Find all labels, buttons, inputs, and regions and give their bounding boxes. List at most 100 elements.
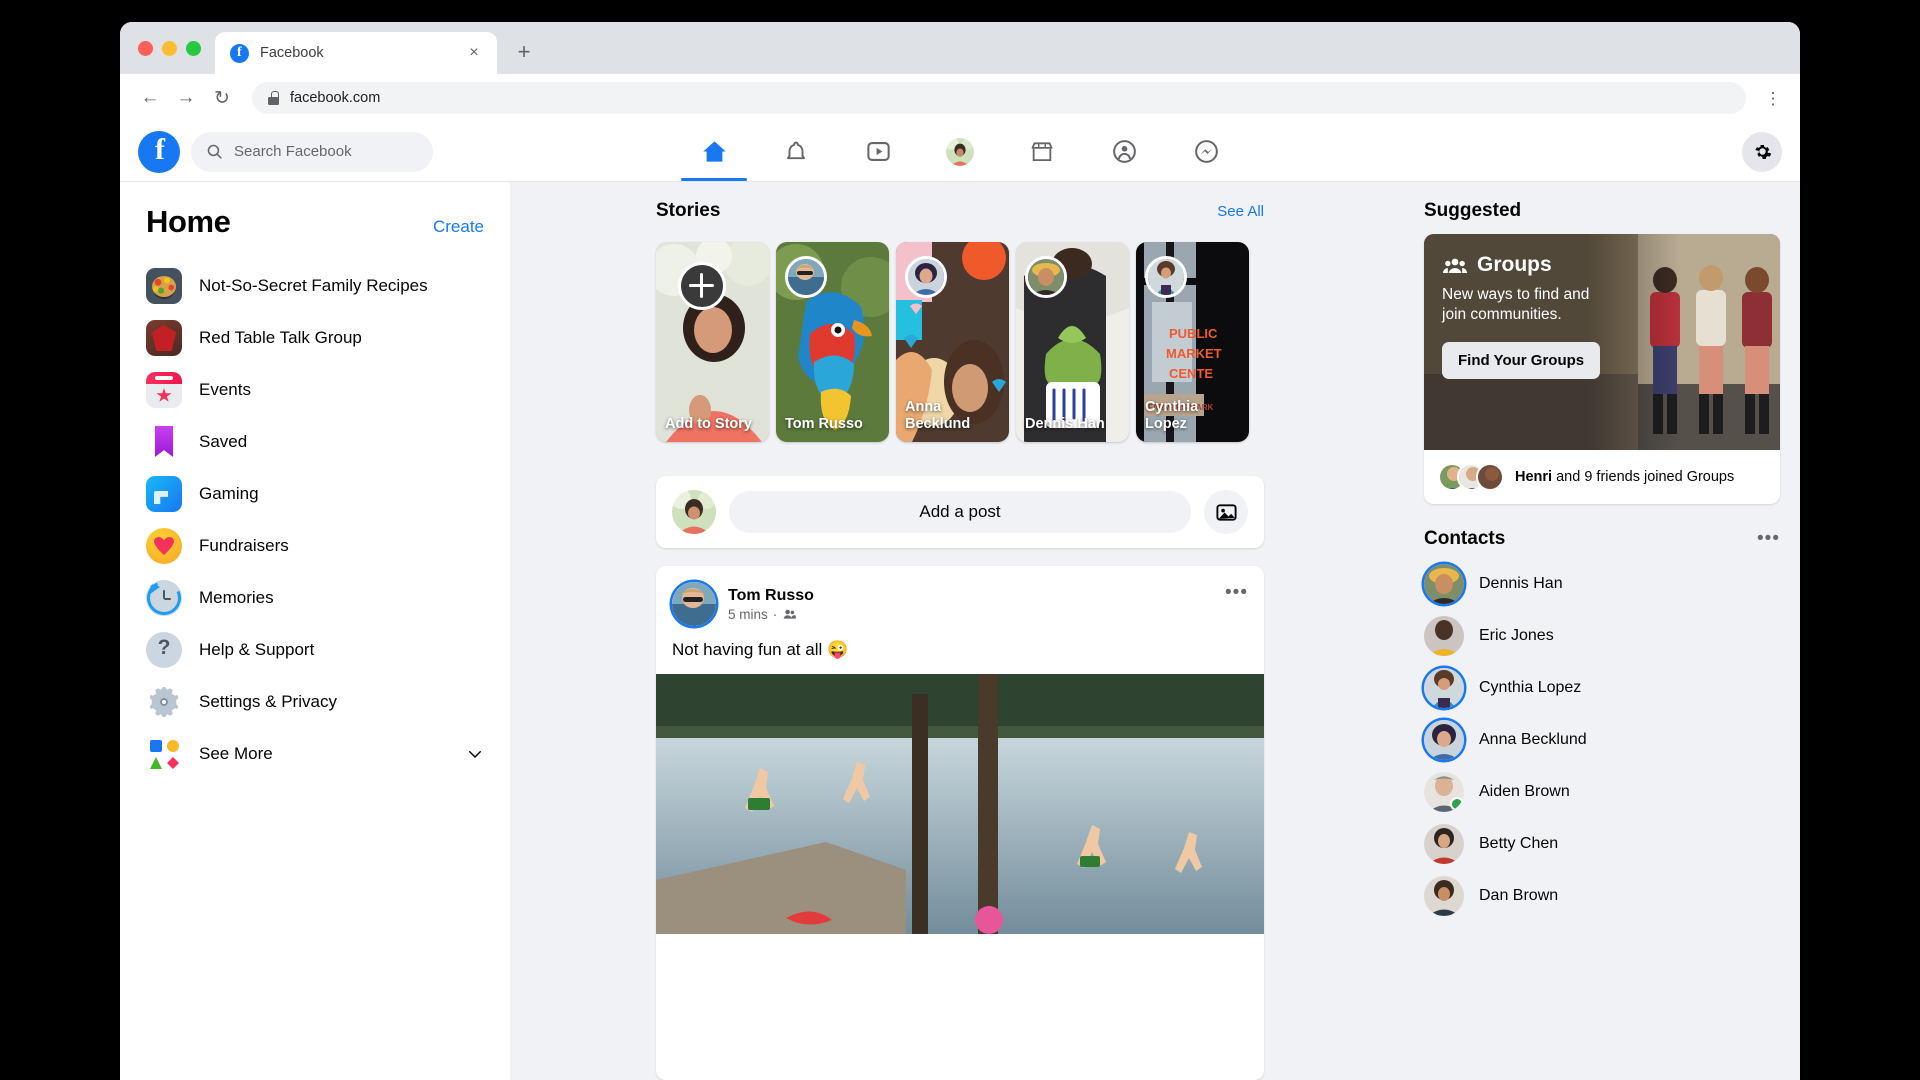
story-card-tom-russo[interactable]: Tom Russo: [776, 242, 889, 442]
messenger-icon: [1193, 138, 1220, 165]
address-bar[interactable]: facebook.com: [252, 82, 1746, 114]
nav-home[interactable]: [673, 122, 755, 181]
story-avatar: [785, 256, 827, 298]
gear-icon: [1752, 141, 1773, 162]
window-controls: [134, 22, 215, 74]
groups-footer-name[interactable]: Henri: [1515, 469, 1552, 485]
contact-name: Dennis Han: [1479, 575, 1563, 593]
post-image[interactable]: [656, 674, 1264, 934]
gaming-icon: [146, 476, 182, 512]
sidebar-item-fundraisers[interactable]: Fundraisers: [146, 520, 484, 572]
question-icon: [146, 632, 182, 668]
contact-row-aiden-brown[interactable]: Aiden Brown: [1424, 766, 1780, 818]
close-tab-icon[interactable]: ×: [463, 42, 485, 64]
sidebar-item-memories[interactable]: Memories: [146, 572, 484, 624]
groups-footer-rest: and 9 friends joined Groups: [1552, 469, 1734, 485]
story-avatar: [1025, 256, 1067, 298]
stories-see-all-link[interactable]: See All: [1217, 203, 1264, 220]
nav-notifications[interactable]: [755, 122, 837, 181]
sidebar-item-label: Fundraisers: [199, 536, 289, 556]
groups-card-image[interactable]: Groups New ways to find and join communi…: [1424, 234, 1780, 450]
story-card-cynthia-lopez[interactable]: PUBLIC MARKET CENTE FARMERS MARK: [1136, 242, 1249, 442]
nav-profile[interactable]: [919, 122, 1001, 181]
contact-row-dennis-han[interactable]: Dennis Han: [1424, 558, 1780, 610]
contact-name: Cynthia Lopez: [1479, 679, 1581, 697]
settings-button[interactable]: [1742, 132, 1782, 172]
sidebar-item-label: Red Table Talk Group: [199, 328, 362, 348]
contact-row-eric-jones[interactable]: Eric Jones: [1424, 610, 1780, 662]
nav-icon-group: [673, 122, 1247, 181]
sidebar-header: Home Create: [146, 204, 484, 240]
nav-marketplace[interactable]: [1001, 122, 1083, 181]
create-link[interactable]: Create: [433, 217, 484, 237]
browser-menu-icon[interactable]: ⋮: [1760, 90, 1786, 107]
new-tab-icon[interactable]: +: [509, 37, 539, 67]
maximize-window-button[interactable]: [186, 41, 201, 56]
groups-card-subtitle: New ways to find and join communities.: [1442, 285, 1612, 326]
back-icon[interactable]: ←: [134, 82, 166, 114]
contacts-menu-icon[interactable]: •••: [1757, 528, 1780, 550]
story-card-add[interactable]: Add to Story: [656, 242, 769, 442]
groups-card-footer: Henri and 9 friends joined Groups: [1424, 450, 1780, 504]
sidebar-item-help[interactable]: Help & Support: [146, 624, 484, 676]
search-input[interactable]: Search Facebook: [191, 132, 433, 172]
groups-icon: [1442, 252, 1468, 278]
feed-post: Tom Russo 5 mins · •••: [656, 566, 1264, 1080]
friends-icon: [782, 607, 797, 622]
nav-watch[interactable]: [837, 122, 919, 181]
find-your-groups-button[interactable]: Find Your Groups: [1442, 342, 1600, 379]
avatar: [1476, 463, 1504, 491]
sidebar-item-see-more[interactable]: See More: [146, 728, 484, 780]
sidebar-item-settings[interactable]: Settings & Privacy: [146, 676, 484, 728]
close-window-button[interactable]: [138, 41, 153, 56]
contact-row-dan-brown[interactable]: Dan Brown: [1424, 870, 1780, 922]
add-story-plus-icon[interactable]: [678, 262, 726, 310]
nav-groups[interactable]: [1083, 122, 1165, 181]
nav-messenger[interactable]: [1165, 122, 1247, 181]
reload-icon[interactable]: ↻: [206, 82, 238, 114]
sidebar-item-label: Help & Support: [199, 640, 314, 660]
contact-name: Betty Chen: [1479, 835, 1558, 853]
post-author-avatar[interactable]: [672, 582, 716, 626]
recipes-icon: [146, 268, 182, 304]
browser-toolbar: ← → ↻ facebook.com ⋮: [120, 74, 1800, 122]
photo-icon: [1215, 501, 1238, 524]
browser-tab[interactable]: Facebook ×: [215, 32, 497, 74]
facebook-favicon: [230, 44, 249, 63]
sidebar-item-saved[interactable]: Saved: [146, 416, 484, 468]
post-author-name[interactable]: Tom Russo: [728, 587, 814, 605]
contact-name: Aiden Brown: [1479, 783, 1570, 801]
add-post-input[interactable]: Add a post: [729, 491, 1191, 533]
sidebar-item-events[interactable]: Events: [146, 364, 484, 416]
sidebar-item-gaming[interactable]: Gaming: [146, 468, 484, 520]
minimize-window-button[interactable]: [162, 41, 177, 56]
story-label: Dennis Han: [1025, 416, 1122, 433]
groups-footer-text: Henri and 9 friends joined Groups: [1515, 469, 1734, 485]
sidebar-item-red-table[interactable]: Red Table Talk Group: [146, 312, 484, 364]
see-more-icon: [146, 736, 182, 772]
stories-header: Stories See All: [656, 200, 1264, 222]
chevron-down-icon[interactable]: [466, 745, 484, 763]
contact-name: Anna Becklund: [1479, 731, 1587, 749]
forward-icon[interactable]: →: [170, 82, 202, 114]
story-label: Anna Becklund: [905, 399, 1002, 433]
contact-row-anna-becklund[interactable]: Anna Becklund: [1424, 714, 1780, 766]
search-placeholder: Search Facebook: [234, 143, 352, 160]
add-photo-button[interactable]: [1204, 490, 1248, 534]
post-separator: ·: [773, 607, 778, 622]
contact-row-cynthia-lopez[interactable]: Cynthia Lopez: [1424, 662, 1780, 714]
post-menu-icon[interactable]: •••: [1225, 582, 1248, 604]
composer-avatar[interactable]: [672, 490, 716, 534]
friend-avatar-stack: [1438, 463, 1504, 491]
sidebar-item-recipes[interactable]: Not-So-Secret Family Recipes: [146, 260, 484, 312]
bell-icon: [783, 139, 809, 165]
svg-text:MARKET: MARKET: [1166, 346, 1222, 361]
post-meta: 5 mins ·: [728, 607, 814, 622]
story-card-anna-becklund[interactable]: Anna Becklund: [896, 242, 1009, 442]
avatar: [1424, 772, 1464, 812]
sidebar-item-label: Settings & Privacy: [199, 692, 337, 712]
groups-suggestion-card: Groups New ways to find and join communi…: [1424, 234, 1780, 504]
contact-row-betty-chen[interactable]: Betty Chen: [1424, 818, 1780, 870]
facebook-logo-icon[interactable]: [138, 131, 180, 173]
story-card-dennis-han[interactable]: Dennis Han: [1016, 242, 1129, 442]
